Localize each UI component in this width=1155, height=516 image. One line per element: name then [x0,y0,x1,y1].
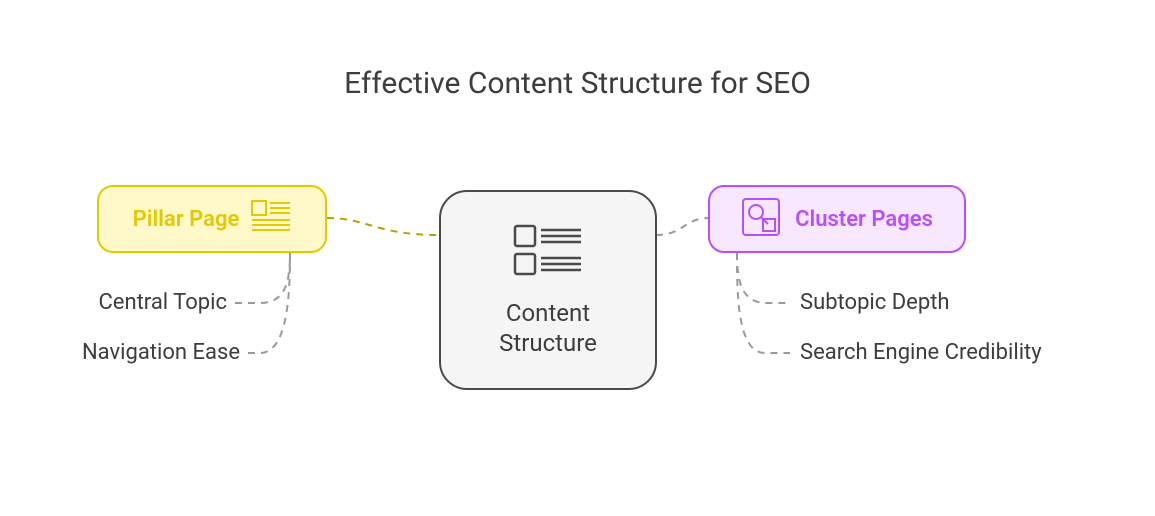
pillar-page-node: Pillar Page [97,185,327,253]
pillar-page-label: Pillar Page [133,207,240,232]
diagram-title: Effective Content Structure for SEO [0,66,1155,101]
list-blocks-icon [509,222,587,298]
shapes-icon [741,197,781,241]
pillar-subitem-1: Central Topic [98,290,227,315]
connector-pillar-center [327,210,442,240]
connector-cluster-sub1 [732,253,792,313]
connector-center-cluster [654,210,714,240]
content-structure-node: ContentStructure [439,190,657,390]
cluster-pages-node: Cluster Pages [708,185,966,253]
pillar-subitem-2: Navigation Ease [82,340,240,365]
cluster-subitem-1: Subtopic Depth [800,290,950,315]
cluster-subitem-2: Search Engine Credibility [800,340,1042,365]
cluster-pages-label: Cluster Pages [795,207,933,232]
connector-pillar-sub1 [235,253,305,313]
connector-pillar-sub2 [248,253,308,363]
document-icon [251,200,291,238]
content-structure-label: ContentStructure [499,298,597,358]
connector-cluster-sub2 [732,253,792,363]
